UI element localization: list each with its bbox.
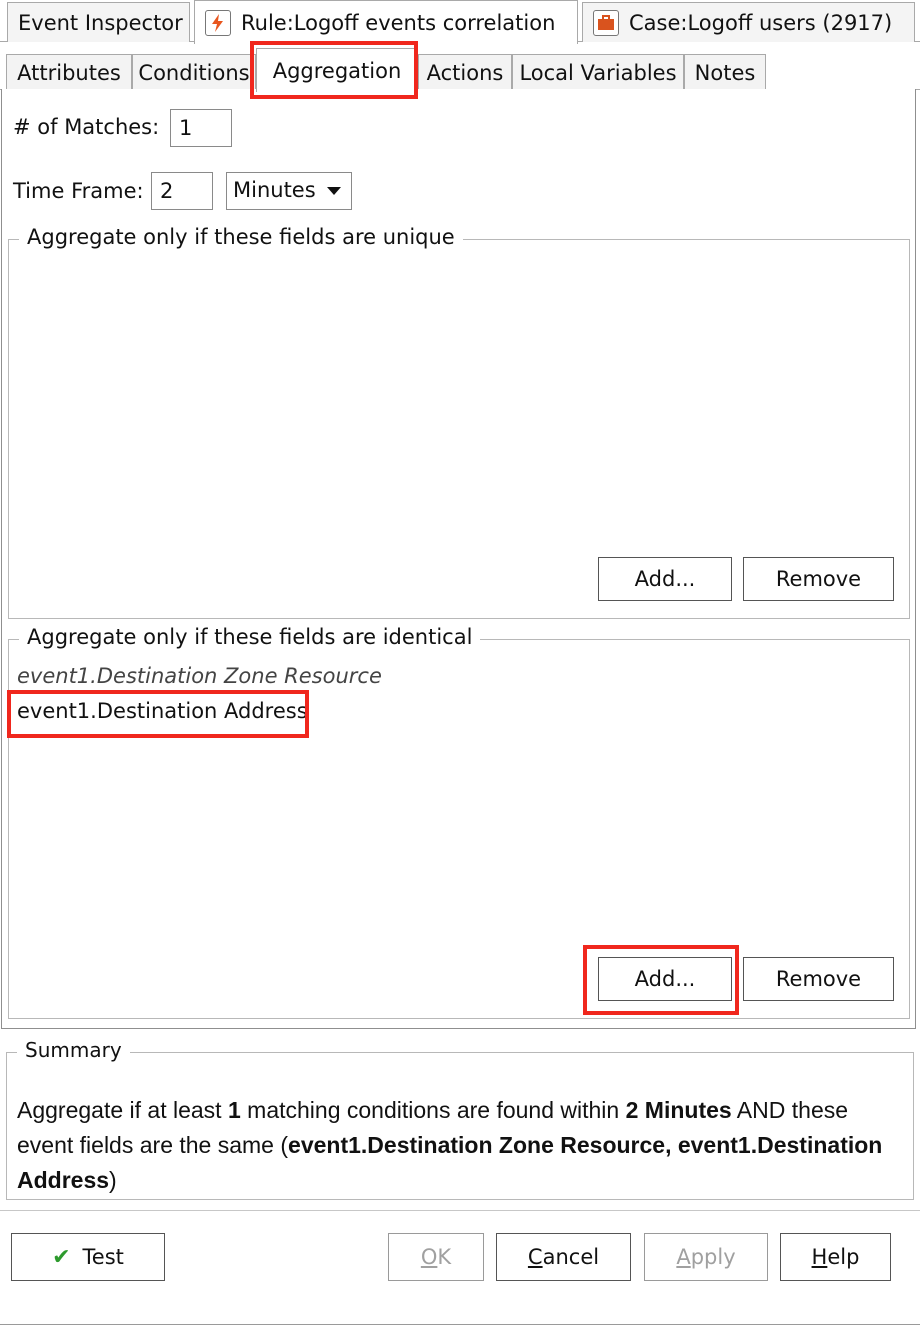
tab-notes-label: Notes xyxy=(694,60,756,85)
unique-remove-button[interactable]: Remove xyxy=(743,557,894,601)
test-button[interactable]: ✔ Test xyxy=(11,1233,165,1281)
time-unit-select[interactable]: Minutes xyxy=(226,172,352,210)
unique-fields-title: Aggregate only if these fields are uniqu… xyxy=(19,225,463,249)
unique-fields-group: Aggregate only if these fields are uniqu… xyxy=(8,225,910,619)
time-frame-input[interactable]: 2 xyxy=(151,172,213,210)
cancel-label-rest: ancel xyxy=(542,1245,600,1269)
apply-mnemonic: A xyxy=(676,1245,691,1269)
matches-label: # of Matches: xyxy=(13,115,160,139)
matches-input[interactable]: 1 xyxy=(170,109,232,147)
identical-fields-group: Aggregate only if these fields are ident… xyxy=(8,625,910,1019)
summary-part-1: Aggregate if at least xyxy=(17,1097,228,1123)
help-mnemonic: H xyxy=(811,1245,828,1269)
list-item[interactable]: event1.Destination Address xyxy=(17,699,308,723)
rule-editor-window: Event Inspector Rule:Logoff events corre… xyxy=(0,0,920,1329)
time-unit-value: Minutes xyxy=(233,178,316,202)
cancel-mnemonic: C xyxy=(527,1245,543,1269)
sub-tab-strip: Attributes Conditions Aggregation Action… xyxy=(4,48,916,92)
tab-local-variables-label: Local Variables xyxy=(519,60,677,85)
apply-label-rest: pply xyxy=(690,1245,736,1269)
summary-window: 2 Minutes xyxy=(625,1097,732,1123)
time-frame-label: Time Frame: xyxy=(13,179,144,203)
tab-local-variables[interactable]: Local Variables xyxy=(512,54,684,90)
dropdown-arrow-icon xyxy=(327,187,341,195)
tab-case-label: Case:Logoff users (2917) xyxy=(629,10,893,35)
tab-actions-label: Actions xyxy=(426,60,504,85)
ok-mnemonic: O xyxy=(420,1245,438,1269)
tab-conditions-label: Conditions xyxy=(138,60,250,85)
window-bottom-border xyxy=(0,1324,920,1325)
apply-button[interactable]: Apply xyxy=(644,1233,768,1281)
bottom-divider xyxy=(0,1210,920,1211)
ok-button[interactable]: OK xyxy=(388,1233,484,1281)
tab-attributes-label: Attributes xyxy=(17,60,121,85)
tab-attributes[interactable]: Attributes xyxy=(6,54,132,90)
test-button-label: Test xyxy=(82,1245,124,1269)
tab-aggregation-label: Aggregation xyxy=(272,58,402,83)
identical-fields-title: Aggregate only if these fields are ident… xyxy=(19,625,481,649)
check-icon: ✔ xyxy=(52,1244,71,1270)
identical-fields-list[interactable]: event1.Destination Zone Resource event1.… xyxy=(11,654,907,954)
help-button[interactable]: Help xyxy=(780,1233,891,1281)
aggregation-panel: # of Matches: 1 Time Frame: 2 Minutes Ag… xyxy=(1,89,916,1029)
identical-add-button[interactable]: Add... xyxy=(598,957,732,1001)
rule-lightning-icon xyxy=(205,9,231,36)
summary-title: Summary xyxy=(17,1038,130,1062)
cancel-button[interactable]: Cancel xyxy=(496,1233,631,1281)
summary-part-4: ) xyxy=(109,1167,117,1193)
summary-part-2: matching conditions are found within xyxy=(240,1097,626,1123)
tab-event-inspector[interactable]: Event Inspector xyxy=(7,2,190,42)
identical-remove-button[interactable]: Remove xyxy=(743,957,894,1001)
unique-add-button[interactable]: Add... xyxy=(598,557,732,601)
tab-notes[interactable]: Notes xyxy=(684,54,766,90)
tab-conditions[interactable]: Conditions xyxy=(132,54,256,90)
help-label-rest: elp xyxy=(827,1245,860,1269)
summary-group: Summary Aggregate if at least 1 matching… xyxy=(6,1038,914,1200)
list-item[interactable]: event1.Destination Zone Resource xyxy=(17,664,382,688)
tab-actions[interactable]: Actions xyxy=(418,54,512,90)
tab-aggregation[interactable]: Aggregation xyxy=(256,48,418,92)
tab-rule-logoff-events[interactable]: Rule:Logoff events correlation xyxy=(194,0,578,44)
tab-event-inspector-label: Event Inspector xyxy=(18,10,183,35)
summary-text: Aggregate if at least 1 matching conditi… xyxy=(17,1093,897,1198)
summary-count: 1 xyxy=(227,1097,241,1123)
unique-fields-list[interactable] xyxy=(11,254,907,554)
tab-case-logoff-users[interactable]: Case:Logoff users (2917) xyxy=(582,2,915,42)
tab-rule-label: Rule:Logoff events correlation xyxy=(241,10,556,35)
ok-label-rest: K xyxy=(437,1245,452,1269)
case-briefcase-icon xyxy=(593,9,619,36)
